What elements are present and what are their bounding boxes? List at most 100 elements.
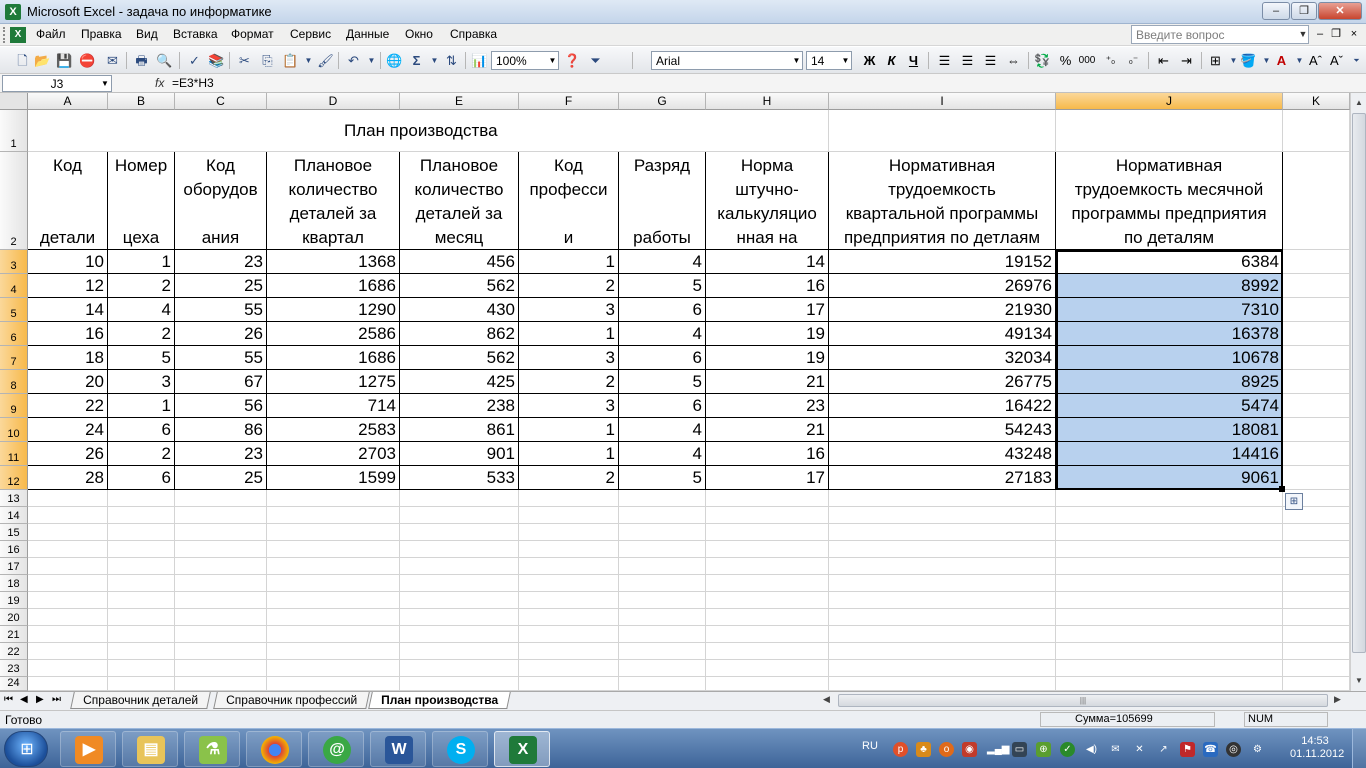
empty-cell[interactable] <box>1283 370 1350 394</box>
empty-cell[interactable] <box>706 541 829 558</box>
empty-cell[interactable] <box>108 507 175 524</box>
empty-cell[interactable] <box>108 609 175 626</box>
doc-minimize-button[interactable]: – <box>1313 27 1327 41</box>
empty-cell[interactable] <box>1283 524 1350 541</box>
empty-cell[interactable] <box>829 643 1056 660</box>
data-cell[interactable]: 16378 <box>1056 322 1283 346</box>
empty-cell[interactable] <box>28 507 108 524</box>
empty-cell[interactable] <box>706 558 829 575</box>
data-cell[interactable]: 1686 <box>267 274 400 298</box>
empty-cell[interactable] <box>28 575 108 592</box>
empty-cell[interactable] <box>1056 541 1283 558</box>
data-cell[interactable]: 18 <box>28 346 108 370</box>
column-title-cell[interactable]: Нормативная трудоемкость квартальной прогр… <box>829 152 1056 250</box>
empty-cell[interactable] <box>706 575 829 592</box>
empty-cell[interactable] <box>619 524 706 541</box>
menu-edit[interactable]: Правка <box>81 27 122 41</box>
empty-cell[interactable] <box>175 507 267 524</box>
scroll-up-icon[interactable]: ▲ <box>1351 96 1366 110</box>
data-cell[interactable]: 6 <box>108 466 175 490</box>
data-cell[interactable]: 17 <box>706 466 829 490</box>
first-sheet-icon[interactable]: ⏮ <box>4 694 13 705</box>
data-cell[interactable]: 430 <box>400 298 519 322</box>
fill-handle[interactable] <box>1279 486 1285 492</box>
empty-cell[interactable] <box>267 575 400 592</box>
empty-cell[interactable] <box>1283 250 1350 274</box>
row-header-21[interactable]: 21 <box>0 626 28 643</box>
row-header-1[interactable]: 1 <box>0 110 28 152</box>
chevron-down-icon[interactable]: ▼ <box>791 52 802 69</box>
empty-cell[interactable] <box>175 558 267 575</box>
data-cell[interactable]: 16422 <box>829 394 1056 418</box>
empty-cell[interactable] <box>519 575 619 592</box>
row-header-24[interactable]: 24 <box>0 677 28 691</box>
empty-cell[interactable] <box>267 507 400 524</box>
show-desktop-button[interactable] <box>1352 729 1366 768</box>
row-header-12[interactable]: 12 <box>0 466 28 490</box>
empty-cell[interactable] <box>619 490 706 507</box>
empty-cell[interactable] <box>175 609 267 626</box>
row-header-5[interactable]: 5 <box>0 298 28 322</box>
row-header-3[interactable]: 3 <box>0 250 28 274</box>
print-preview-icon[interactable]: 🔍 <box>156 52 173 69</box>
data-cell[interactable]: 2 <box>108 274 175 298</box>
empty-cell[interactable] <box>1283 466 1350 490</box>
permission-icon[interactable]: ⛔ <box>79 52 96 69</box>
format-painter-icon[interactable]: 🖌 <box>317 52 334 69</box>
empty-cell[interactable] <box>28 643 108 660</box>
grow-font-icon[interactable]: Aˆ <box>1307 52 1324 69</box>
column-title-cell[interactable]: Плановое количество деталей за месяц <box>400 152 519 250</box>
autofill-options-icon[interactable]: ⊞ <box>1285 493 1303 510</box>
data-cell[interactable]: 14416 <box>1056 442 1283 466</box>
tray-app-icon[interactable]: ◉ <box>962 742 977 757</box>
empty-cell[interactable] <box>519 558 619 575</box>
restore-button[interactable]: ❐ <box>1291 2 1317 20</box>
data-cell[interactable]: 2 <box>519 466 619 490</box>
empty-cell[interactable] <box>519 524 619 541</box>
empty-cell[interactable] <box>1056 490 1283 507</box>
data-cell[interactable]: 2 <box>108 442 175 466</box>
empty-cell[interactable] <box>829 110 1056 152</box>
empty-cell[interactable] <box>400 643 519 660</box>
menu-tools[interactable]: Сервис <box>290 27 331 41</box>
data-cell[interactable]: 55 <box>175 298 267 322</box>
empty-cell[interactable] <box>1283 558 1350 575</box>
language-indicator[interactable]: RU <box>862 740 878 752</box>
data-cell[interactable]: 12 <box>28 274 108 298</box>
empty-cell[interactable] <box>1283 643 1350 660</box>
tray-app-icon[interactable]: p <box>893 742 908 757</box>
data-cell[interactable]: 6 <box>619 394 706 418</box>
empty-cell[interactable] <box>108 660 175 677</box>
font-color-icon[interactable]: A <box>1273 52 1290 69</box>
chevron-down-icon[interactable]: ▼ <box>1291 52 1308 69</box>
data-cell[interactable]: 1 <box>108 250 175 274</box>
row-header-14[interactable]: 14 <box>0 507 28 524</box>
data-cell[interactable]: 8992 <box>1056 274 1283 298</box>
network-status-icon[interactable]: ✕ <box>1132 742 1147 757</box>
empty-cell[interactable] <box>829 575 1056 592</box>
empty-cell[interactable] <box>1283 609 1350 626</box>
row-header-23[interactable]: 23 <box>0 660 28 677</box>
data-cell[interactable]: 23 <box>175 250 267 274</box>
undo-icon[interactable]: ↶ <box>345 52 362 69</box>
column-title-cell[interactable]: Код детали <box>28 152 108 250</box>
empty-cell[interactable] <box>175 660 267 677</box>
empty-cell[interactable] <box>175 490 267 507</box>
data-cell[interactable]: 16 <box>706 442 829 466</box>
fill-color-icon[interactable]: 🪣 <box>1240 52 1257 69</box>
column-title-cell[interactable]: Нормативная трудоемкость месячной программ… <box>1056 152 1283 250</box>
tray-app-icon[interactable]: ♣ <box>916 742 931 757</box>
menu-help[interactable]: Справка <box>450 27 497 41</box>
clock[interactable]: 14:53 01.11.2012 <box>1290 735 1344 761</box>
data-cell[interactable]: 18081 <box>1056 418 1283 442</box>
data-cell[interactable]: 32034 <box>829 346 1056 370</box>
empty-cell[interactable] <box>619 558 706 575</box>
data-cell[interactable]: 28 <box>28 466 108 490</box>
empty-cell[interactable] <box>619 541 706 558</box>
empty-cell[interactable] <box>1056 507 1283 524</box>
data-cell[interactable]: 25 <box>175 274 267 298</box>
data-cell[interactable]: 8925 <box>1056 370 1283 394</box>
data-cell[interactable]: 26775 <box>829 370 1056 394</box>
toolbar-options-icon[interactable]: ⏷ <box>1348 52 1365 69</box>
data-cell[interactable]: 2 <box>108 322 175 346</box>
